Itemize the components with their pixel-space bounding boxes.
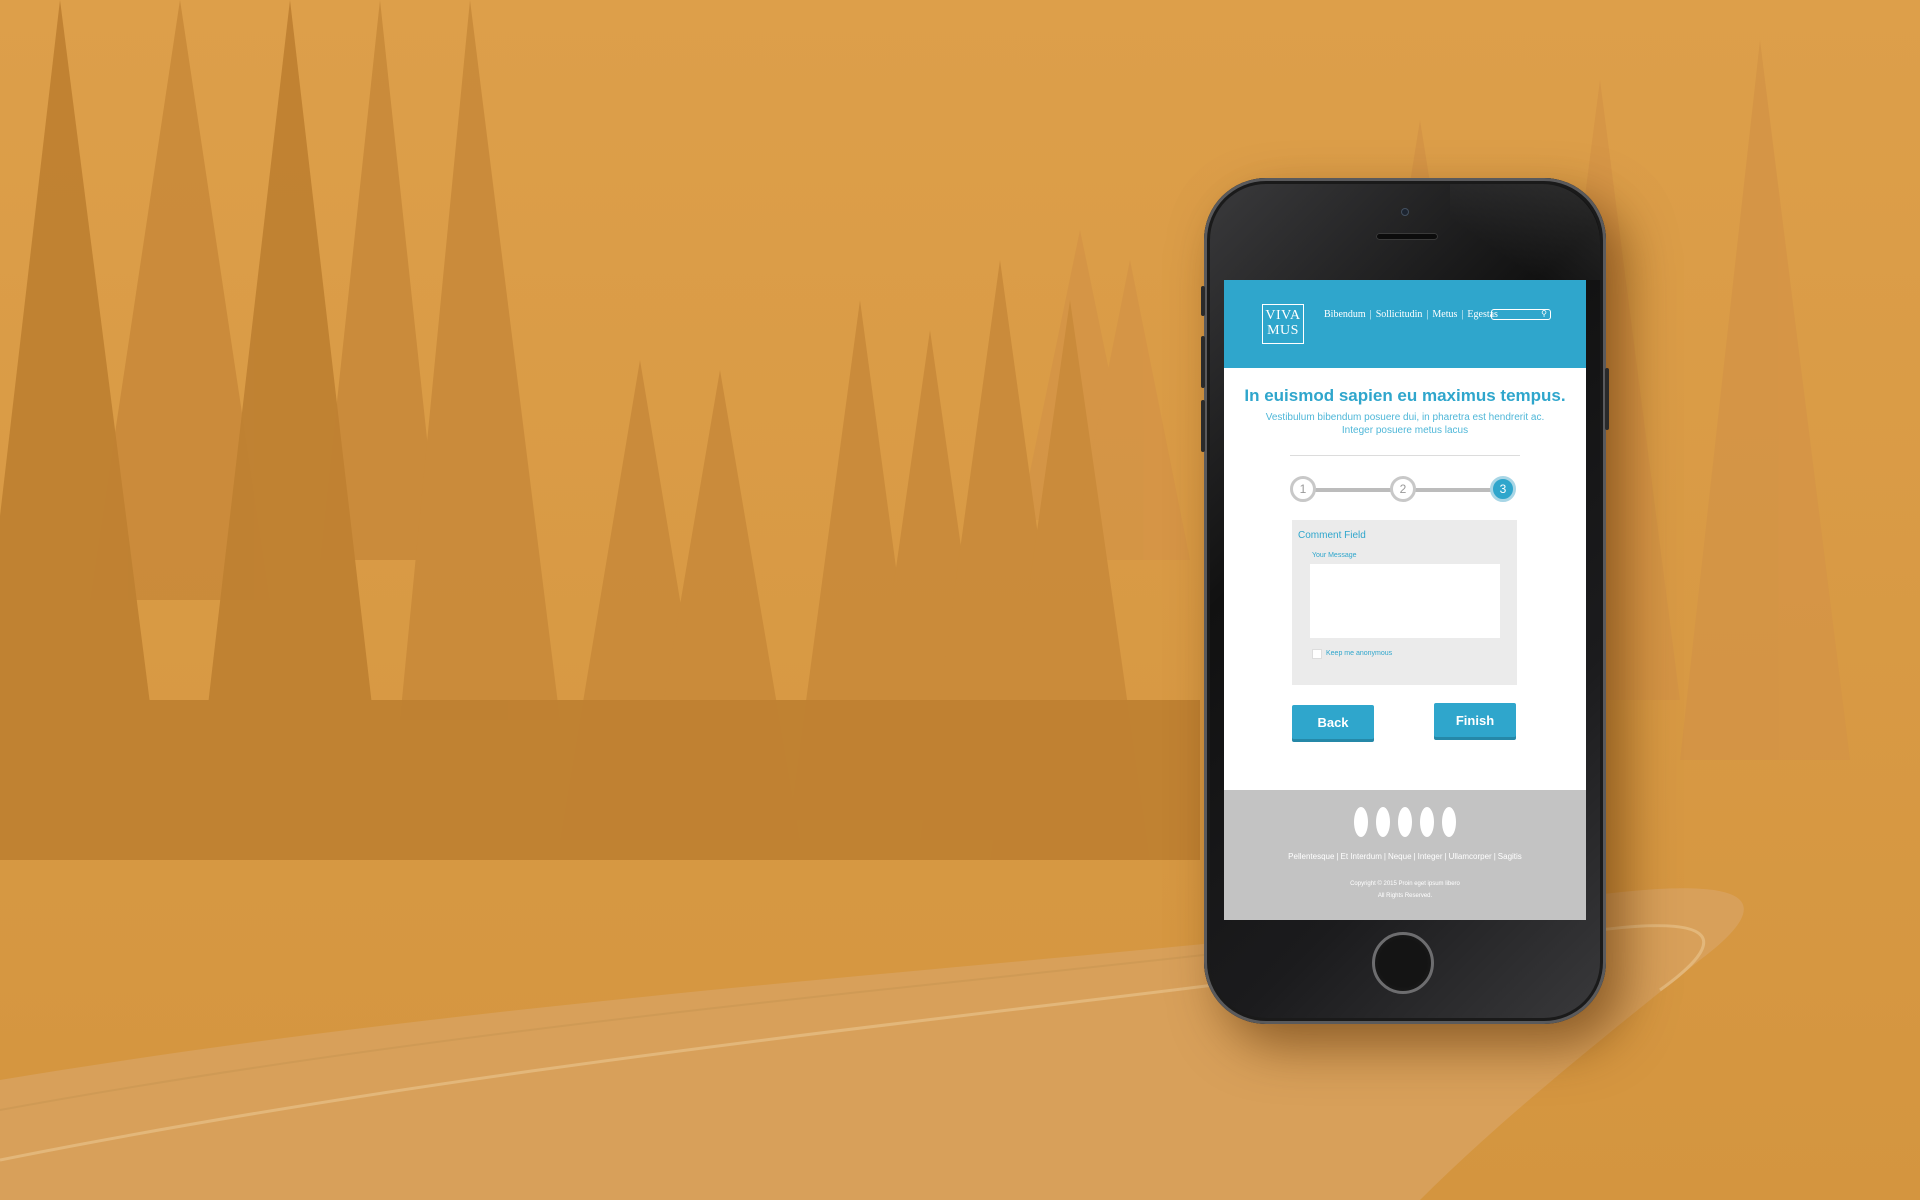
power-button xyxy=(1605,368,1609,430)
nav-separator: | xyxy=(1426,309,1429,320)
mute-switch xyxy=(1201,286,1205,316)
volume-up-button xyxy=(1201,336,1205,388)
progress-steps: 1 2 3 xyxy=(1224,472,1586,508)
logo-line-1: VIVA xyxy=(1265,308,1301,323)
social-icon[interactable] xyxy=(1442,807,1456,837)
nav-separator: | xyxy=(1369,309,1372,320)
front-camera xyxy=(1401,208,1409,216)
social-icon[interactable] xyxy=(1398,807,1412,837)
nav-item-metus[interactable]: Metus xyxy=(1432,309,1457,320)
social-icon[interactable] xyxy=(1376,807,1390,837)
site-footer: Pellentesque | Et Interdum | Neque | Integer | U… xyxy=(1224,790,1586,920)
page-title: In euismod sapien eu maximus tempus. xyxy=(1244,386,1566,405)
site-header: VIVA MUS Bibendum | Sollicitudin | Metus | Ege… xyxy=(1224,280,1586,368)
page-subtitle: Vestibulum bibendum posuere dui, in phar… xyxy=(1265,412,1545,436)
home-button[interactable] xyxy=(1372,932,1434,994)
copyright-line-2: All Rights Reserved. xyxy=(1377,893,1433,899)
footer-link[interactable]: Et Interdum xyxy=(1341,852,1382,861)
footer-link[interactable]: Ullamcorper xyxy=(1449,852,1492,861)
anonymous-checkbox[interactable] xyxy=(1312,649,1322,659)
divider xyxy=(1290,455,1520,456)
social-icon[interactable] xyxy=(1354,807,1368,837)
form-title: Comment Field xyxy=(1298,530,1366,541)
step-3[interactable]: 3 xyxy=(1490,476,1516,502)
social-icon[interactable] xyxy=(1420,807,1434,837)
message-label: Your Message xyxy=(1312,552,1357,559)
search-input[interactable]: ⚲ xyxy=(1491,309,1551,320)
main-nav: Bibendum | Sollicitudin | Metus | Egestas xyxy=(1322,309,1500,320)
nav-item-sollicitudin[interactable]: Sollicitudin xyxy=(1376,309,1423,320)
anonymous-label[interactable]: Keep me anonymous xyxy=(1326,650,1392,657)
finish-button[interactable]: Finish xyxy=(1434,703,1516,737)
site-logo[interactable]: VIVA MUS xyxy=(1262,304,1304,344)
volume-down-button xyxy=(1201,400,1205,452)
nav-separator: | xyxy=(1461,309,1464,320)
step-connector xyxy=(1312,488,1392,492)
logo-line-2: MUS xyxy=(1267,323,1299,338)
forest-road-illustration xyxy=(0,0,1920,1200)
social-links xyxy=(1224,807,1586,842)
back-button[interactable]: Back xyxy=(1292,705,1374,739)
nav-item-bibendum[interactable]: Bibendum xyxy=(1324,309,1366,320)
footer-link[interactable]: Pellentesque xyxy=(1288,852,1334,861)
search-icon[interactable]: ⚲ xyxy=(1541,310,1547,318)
message-field[interactable] xyxy=(1310,564,1500,638)
footer-link[interactable]: Neque xyxy=(1388,852,1412,861)
background-scene xyxy=(0,0,1920,1200)
footer-link[interactable]: Integer xyxy=(1418,852,1443,861)
copyright-line-1: Copyright © 2015 Proin eget ipsum libero xyxy=(1350,881,1460,887)
phone-mockup: VIVA MUS Bibendum | Sollicitudin | Metus | Ege… xyxy=(1201,178,1609,1024)
step-2[interactable]: 2 xyxy=(1390,476,1416,502)
footer-link[interactable]: Sagitis xyxy=(1498,852,1522,861)
step-1[interactable]: 1 xyxy=(1290,476,1316,502)
comment-form: Comment Field Your Message Keep me anony… xyxy=(1292,520,1517,685)
footer-links: Pellentesque | Et Interdum | Neque | Integer | U… xyxy=(1288,852,1522,861)
phone-screen: VIVA MUS Bibendum | Sollicitudin | Metus | Ege… xyxy=(1224,280,1586,920)
phone-gloss xyxy=(1450,184,1600,280)
earpiece-speaker xyxy=(1376,233,1438,240)
step-connector xyxy=(1412,488,1492,492)
copyright: Copyright © 2015 Proin eget ipsum libero… xyxy=(1224,878,1586,902)
